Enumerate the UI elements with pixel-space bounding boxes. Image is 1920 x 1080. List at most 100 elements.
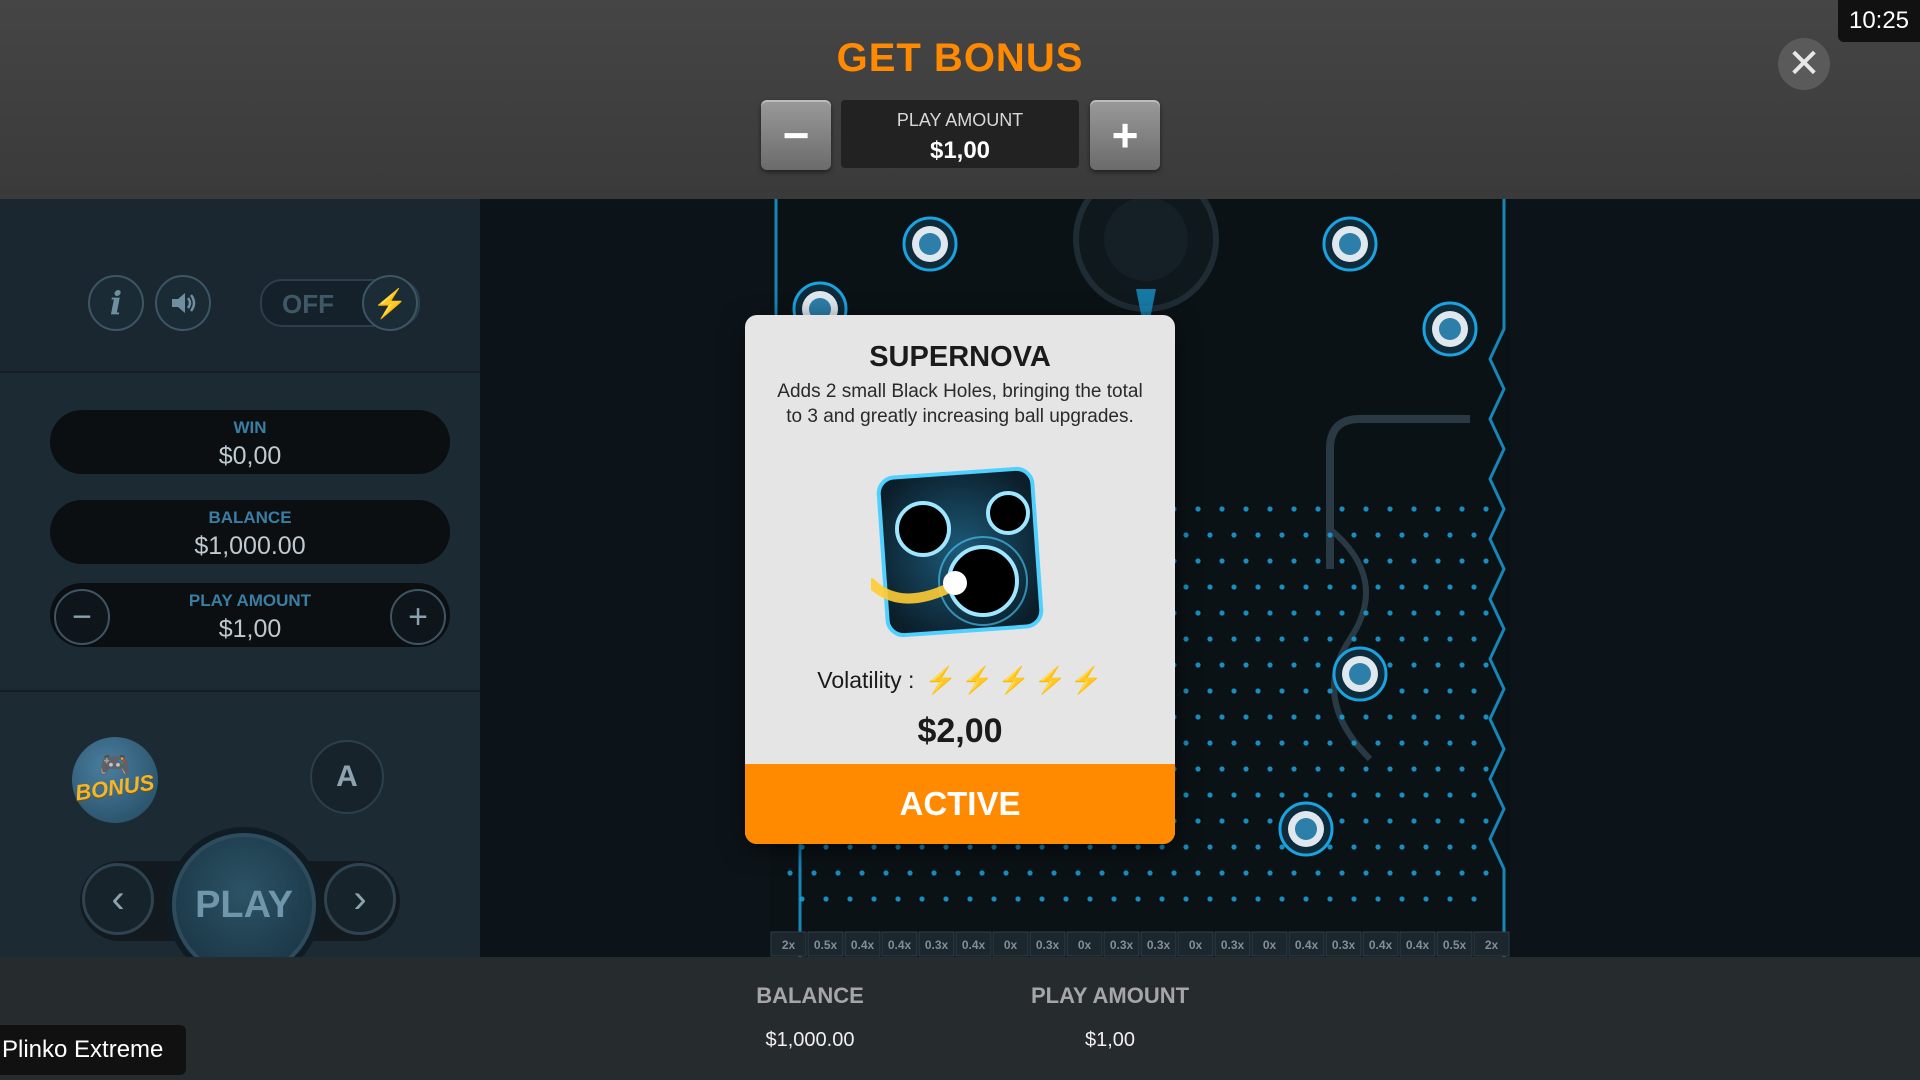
- info-icon[interactable]: i: [88, 275, 144, 331]
- peg: [1279, 740, 1285, 746]
- decrease-bet-button[interactable]: −: [54, 589, 110, 645]
- game-board-area: 2x 0.5x 0.4x 0.4x 0.3x 0.4x 0x 0.3x 0x 0.3x 0.3x 0x…: [480, 199, 1920, 957]
- peg: [1483, 818, 1489, 824]
- peg: [1435, 610, 1441, 616]
- peg: [919, 844, 925, 850]
- play-amount-value: $1,00: [1084, 1029, 1136, 1051]
- supernova-icon: [871, 466, 1044, 638]
- bonus-button[interactable]: 🎮 BONUS: [72, 737, 158, 823]
- play-button[interactable]: PLAY: [172, 833, 316, 977]
- peg: [1279, 792, 1285, 798]
- peg: [1459, 818, 1465, 824]
- peg: [1375, 636, 1381, 642]
- bonus-price: $2,00: [917, 712, 1003, 750]
- peg: [1063, 844, 1069, 850]
- peg: [1183, 636, 1189, 642]
- peg: [1339, 870, 1345, 876]
- peg: [1303, 688, 1309, 694]
- peg: [1387, 870, 1393, 876]
- balance-label: BALANCE: [208, 508, 292, 527]
- multiplier-label: 0x: [1004, 938, 1018, 952]
- peg: [823, 844, 829, 850]
- peg: [1339, 714, 1345, 720]
- peg: [1015, 844, 1021, 850]
- play-amount-label: PLAY AMOUNT: [188, 591, 312, 610]
- multiplier-label: 0.4x: [962, 938, 986, 952]
- peg: [1051, 870, 1057, 876]
- peg: [1447, 792, 1453, 798]
- peg: [1207, 896, 1213, 902]
- peg: [1183, 532, 1189, 538]
- peg: [1447, 636, 1453, 642]
- peg: [1219, 766, 1225, 772]
- peg: [1435, 870, 1441, 876]
- peg: [1399, 844, 1405, 850]
- peg: [1471, 532, 1477, 538]
- peg: [1483, 766, 1489, 772]
- lightning-icon: ⚡: [961, 665, 994, 695]
- autoplay-button[interactable]: A: [310, 740, 384, 814]
- peg: [1267, 610, 1273, 616]
- peg: [1363, 870, 1369, 876]
- peg: [1435, 714, 1441, 720]
- peg: [1339, 766, 1345, 772]
- close-icon[interactable]: ✕: [1778, 38, 1830, 90]
- control-panel: i OFF ⚡ WIN $0,00 BALANCE $1,000.00 PLAY…: [0, 199, 480, 977]
- active-button[interactable]: ACTIVE: [745, 764, 1175, 844]
- peg: [1219, 714, 1225, 720]
- peg: [1231, 740, 1237, 746]
- peg: [1375, 584, 1381, 590]
- peg: [859, 870, 865, 876]
- peg: [1243, 506, 1249, 512]
- sound-icon[interactable]: [155, 275, 211, 331]
- peg: [1327, 792, 1333, 798]
- peg: [1207, 636, 1213, 642]
- autoplay-label: A: [336, 760, 358, 793]
- chevron-left-icon[interactable]: ‹: [82, 863, 154, 935]
- peg: [1195, 766, 1201, 772]
- increase-bet-button[interactable]: +: [390, 589, 446, 645]
- peg: [1459, 766, 1465, 772]
- bumper: [1278, 801, 1334, 857]
- decrease-play-amount-button[interactable]: −: [761, 100, 831, 170]
- chevron-right-icon[interactable]: ›: [324, 863, 396, 935]
- peg: [1471, 584, 1477, 590]
- turbo-toggle[interactable]: OFF ⚡: [260, 275, 420, 331]
- peg: [1267, 766, 1273, 772]
- increase-play-amount-button[interactable]: +: [1090, 100, 1160, 170]
- peg: [1363, 558, 1369, 564]
- peg: [1291, 870, 1297, 876]
- bonus-title: SUPERNOVA: [869, 341, 1051, 373]
- play-amount-value: $1,00: [929, 137, 991, 164]
- peg: [1291, 714, 1297, 720]
- peg: [1459, 506, 1465, 512]
- balance-display: BALANCE $1,000.00: [50, 500, 450, 564]
- peg: [1399, 584, 1405, 590]
- peg: [1423, 532, 1429, 538]
- peg: [1315, 506, 1321, 512]
- peg: [1483, 870, 1489, 876]
- peg: [1423, 584, 1429, 590]
- peg: [1243, 818, 1249, 824]
- peg: [1351, 584, 1357, 590]
- multiplier-label: 0.4x: [888, 938, 912, 952]
- peg: [1195, 610, 1201, 616]
- bumper: [1332, 646, 1388, 702]
- peg: [1483, 610, 1489, 616]
- peg: [1483, 662, 1489, 668]
- volatility-label: Volatility :: [817, 667, 915, 693]
- peg: [1123, 870, 1129, 876]
- peg: [835, 870, 841, 876]
- peg: [1399, 532, 1405, 538]
- lightning-icon: ⚡: [362, 275, 418, 331]
- peg: [1111, 844, 1117, 850]
- play-amount-display: PLAY AMOUNT $1,00: [841, 100, 1079, 168]
- multiplier-label: 0.4x: [1406, 938, 1430, 952]
- peg: [1267, 714, 1273, 720]
- peg: [1327, 740, 1333, 746]
- multiplier-label: 0.3x: [1110, 938, 1134, 952]
- peg: [943, 844, 949, 850]
- peg: [1447, 688, 1453, 694]
- peg: [1231, 584, 1237, 590]
- peg: [1411, 714, 1417, 720]
